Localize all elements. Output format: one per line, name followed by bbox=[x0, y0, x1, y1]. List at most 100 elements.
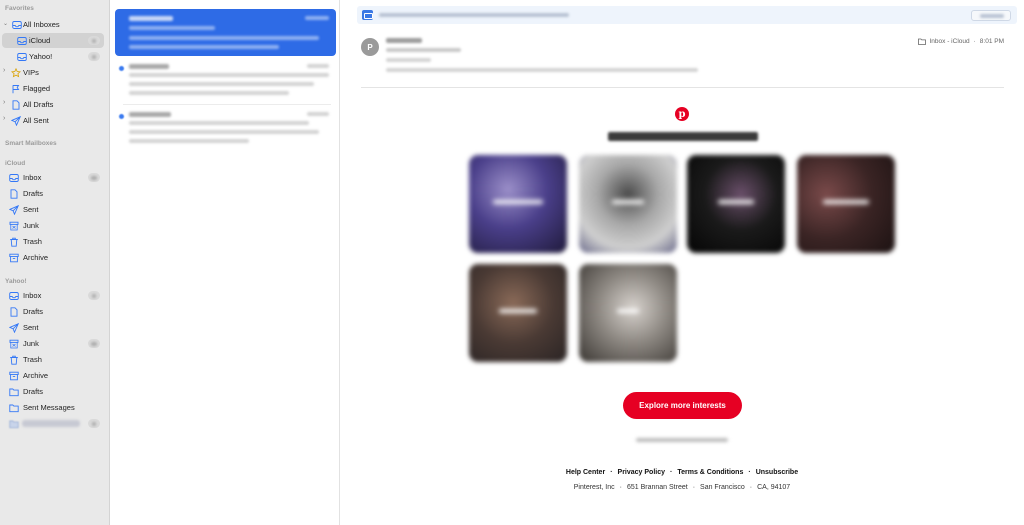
sidebar-item-all-inboxes[interactable]: ⌄ All Inboxes bbox=[0, 17, 106, 32]
sidebar-item-yahoo-archive[interactable]: Archive bbox=[0, 368, 106, 383]
sidebar-item-icloud[interactable]: iCloud bbox=[2, 33, 104, 48]
sidebar-item-yahoo-junk[interactable]: Junk bbox=[0, 336, 106, 351]
folder-icon bbox=[8, 386, 19, 397]
sidebar-item-yahoo-inbox[interactable]: Inbox bbox=[0, 288, 106, 303]
sidebar-item-label: VIPs bbox=[23, 68, 39, 77]
privacy-policy-link[interactable]: Privacy Policy bbox=[618, 469, 665, 476]
sidebar-item-redacted-mailbox[interactable] bbox=[0, 416, 106, 431]
redacted-date bbox=[307, 112, 329, 116]
terms-link[interactable]: Terms & Conditions bbox=[677, 469, 743, 476]
sidebar-item-all-drafts[interactable]: › All Drafts bbox=[0, 97, 106, 112]
trash-icon bbox=[8, 236, 19, 247]
sidebar-item-yahoo-drafts-folder[interactable]: Drafts bbox=[0, 384, 106, 399]
sidebar-item-yahoo[interactable]: Yahoo! bbox=[0, 49, 106, 64]
message-list bbox=[111, 0, 340, 525]
star-icon bbox=[10, 67, 21, 78]
inbox-tray-icon bbox=[16, 35, 27, 46]
message-list-item[interactable] bbox=[115, 9, 336, 56]
sidebar-item-yahoo-trash[interactable]: Trash bbox=[0, 352, 106, 367]
avatar: P bbox=[361, 38, 379, 56]
archive-box-icon bbox=[8, 252, 19, 263]
unread-count-badge bbox=[88, 52, 100, 61]
redacted-preview bbox=[129, 130, 319, 134]
redacted-subject bbox=[129, 73, 329, 77]
sidebar-item-label: Trash bbox=[23, 355, 42, 364]
interest-tile-label bbox=[797, 199, 895, 206]
inbox-tray-icon bbox=[16, 51, 27, 62]
sidebar-item-yahoo-sent[interactable]: Sent bbox=[0, 320, 106, 335]
message-meta: Inbox - iCloud · 8:01 PM bbox=[917, 38, 1004, 45]
unread-count-badge bbox=[88, 291, 100, 300]
redacted-preview bbox=[129, 91, 289, 95]
redacted-banner-text bbox=[379, 13, 569, 17]
sidebar-item-label: All Inboxes bbox=[23, 20, 60, 29]
footer-separator: · bbox=[692, 484, 696, 491]
icloud-section-header: iCloud bbox=[5, 160, 26, 167]
sidebar-item-all-sent[interactable]: › All Sent bbox=[0, 113, 106, 128]
paper-plane-icon bbox=[10, 115, 21, 126]
message-time: 8:01 PM bbox=[979, 38, 1004, 45]
company-name: Pinterest, Inc bbox=[573, 484, 615, 491]
document-icon bbox=[8, 188, 19, 199]
email-headline bbox=[541, 132, 824, 144]
interest-tile[interactable] bbox=[579, 155, 677, 253]
sidebar-item-label: Sent bbox=[23, 323, 39, 332]
sidebar-item-label: Flagged bbox=[23, 84, 51, 93]
unread-count-badge bbox=[88, 36, 100, 45]
unread-count-badge bbox=[88, 339, 100, 348]
sidebar-item-label: Drafts bbox=[23, 189, 44, 198]
explore-more-interests-button[interactable]: Explore more interests bbox=[623, 392, 742, 419]
banner-action-button[interactable] bbox=[971, 10, 1011, 21]
redacted-from-line bbox=[386, 58, 431, 62]
sidebar-item-label: All Sent bbox=[23, 116, 49, 125]
footer-separator: · bbox=[670, 469, 673, 476]
redacted-subject bbox=[129, 26, 215, 30]
junk-bin-icon bbox=[8, 338, 19, 349]
message-list-item[interactable] bbox=[115, 106, 336, 153]
sidebar-item-yahoo-sent-messages[interactable]: Sent Messages bbox=[0, 400, 106, 415]
chevron-right-icon[interactable]: › bbox=[3, 99, 5, 106]
chevron-right-icon[interactable]: › bbox=[3, 67, 5, 74]
header-divider bbox=[361, 87, 1004, 88]
interest-tile-label bbox=[687, 199, 785, 206]
sidebar-item-label: Archive bbox=[23, 371, 49, 380]
sidebar-item-flagged[interactable]: Flagged bbox=[0, 81, 106, 96]
flag-icon bbox=[10, 83, 21, 94]
footer-separator: · bbox=[749, 484, 753, 491]
redacted-preview bbox=[129, 82, 314, 86]
sidebar-item-yahoo-drafts[interactable]: Drafts bbox=[0, 304, 106, 319]
redacted-sender bbox=[129, 112, 171, 117]
sidebar-item-icloud-sent[interactable]: Sent bbox=[0, 202, 106, 217]
interest-tile[interactable] bbox=[469, 264, 567, 362]
folder-icon bbox=[8, 402, 19, 413]
folder-icon bbox=[917, 38, 926, 45]
yahoo-section-header: Yahoo! bbox=[5, 278, 27, 285]
footer-separator: · bbox=[619, 484, 622, 491]
sidebar-item-label: Yahoo! bbox=[29, 52, 53, 61]
sidebar-item-label: Sent bbox=[23, 205, 39, 214]
unsubscribe-link[interactable]: Unsubscribe bbox=[756, 469, 798, 476]
unread-indicator bbox=[119, 114, 124, 119]
interest-tile[interactable] bbox=[687, 155, 785, 253]
message-list-item[interactable] bbox=[115, 58, 336, 105]
pinterest-logo: p bbox=[675, 107, 689, 121]
sidebar-item-icloud-archive[interactable]: Archive bbox=[0, 250, 106, 265]
sidebar-item-vips[interactable]: › VIPs bbox=[0, 65, 106, 80]
sidebar-item-label: Archive bbox=[23, 253, 49, 262]
sidebar-item-label: All Drafts bbox=[23, 100, 54, 109]
sidebar-item-icloud-inbox[interactable]: Inbox bbox=[0, 170, 106, 185]
interest-tile[interactable] bbox=[469, 155, 567, 253]
meta-separator: · bbox=[973, 38, 976, 45]
interest-tile[interactable] bbox=[797, 155, 895, 253]
sidebar-item-icloud-junk[interactable]: Junk bbox=[0, 218, 106, 233]
redacted-subject bbox=[129, 121, 309, 125]
interest-tile[interactable] bbox=[579, 264, 677, 362]
help-center-link[interactable]: Help Center bbox=[566, 469, 605, 476]
chevron-down-icon[interactable]: ⌄ bbox=[3, 20, 8, 27]
sidebar-item-icloud-trash[interactable]: Trash bbox=[0, 234, 106, 249]
chevron-right-icon[interactable]: › bbox=[3, 115, 5, 122]
sidebar-item-icloud-drafts[interactable]: Drafts bbox=[0, 186, 106, 201]
unread-indicator bbox=[119, 66, 124, 71]
document-icon bbox=[8, 306, 19, 317]
state-zip: CA, 94107 bbox=[757, 484, 791, 491]
